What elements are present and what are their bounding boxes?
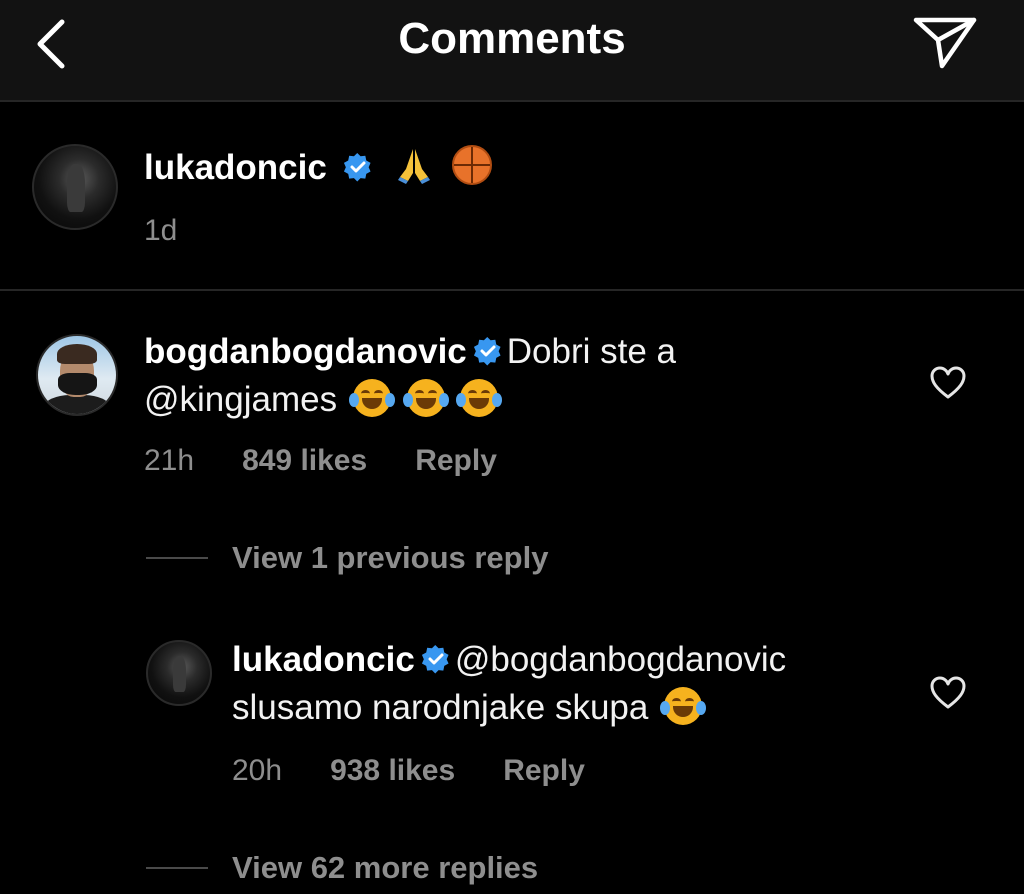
likes-count[interactable]: 849 likes — [242, 444, 367, 477]
likes-count[interactable]: 938 likes — [330, 754, 455, 787]
heart-icon[interactable] — [930, 366, 966, 400]
reply-button[interactable]: Reply — [503, 754, 585, 787]
heart-icon[interactable] — [930, 676, 966, 710]
view-replies-button[interactable]: View 62 more replies — [146, 850, 538, 886]
avatar[interactable] — [36, 334, 118, 416]
page-title: Comments — [398, 14, 626, 63]
verified-badge-icon — [473, 336, 501, 366]
mention-link[interactable]: @bogdanbogdanovic — [455, 640, 786, 679]
view-replies-label: View 1 previous reply — [232, 540, 549, 575]
comment-meta: 21h 849 likes Reply — [144, 444, 545, 478]
avatar[interactable] — [146, 640, 212, 706]
timestamp: 1d — [144, 214, 178, 247]
divider — [146, 867, 208, 869]
username[interactable]: lukadoncic — [232, 640, 415, 679]
view-replies-label: View 62 more replies — [232, 850, 539, 885]
comment-text: bogdanbogdanovic Dobri ste a @kingjames — [144, 328, 676, 424]
mention-link[interactable]: @kingjames — [144, 380, 337, 419]
post-caption: lukadoncic 1d — [0, 102, 1024, 288]
paper-plane-icon[interactable] — [912, 14, 978, 70]
comment-body: Dobri ste a — [506, 332, 677, 371]
folded-hands-emoji-icon — [398, 149, 431, 184]
reply-button[interactable]: Reply — [415, 444, 497, 477]
face-with-tears-of-joy-emoji-icon — [402, 379, 449, 417]
divider — [0, 289, 1024, 291]
caption-meta: 1d — [144, 214, 225, 248]
timestamp: 20h — [232, 754, 283, 787]
comment-text: lukadoncic @bogdanbogdanovic slusamo nar… — [232, 636, 786, 732]
basketball-emoji-icon — [452, 145, 493, 185]
face-with-tears-of-joy-emoji-icon — [456, 379, 503, 417]
comment-body: slusamo narodnjake skupa — [232, 688, 649, 727]
face-with-tears-of-joy-emoji-icon — [660, 687, 707, 725]
face-with-tears-of-joy-emoji-icon — [348, 379, 395, 417]
caption-text: lukadoncic — [144, 144, 493, 192]
avatar[interactable] — [32, 144, 118, 230]
view-replies-button[interactable]: View 1 previous reply — [146, 540, 548, 576]
comment-meta: 20h 938 likes Reply — [232, 754, 633, 788]
username[interactable]: bogdanbogdanovic — [144, 332, 467, 371]
timestamp: 21h — [144, 444, 195, 477]
username[interactable]: lukadoncic — [144, 148, 327, 187]
header-bar: Comments — [0, 0, 1024, 102]
verified-badge-icon — [343, 152, 371, 182]
divider — [146, 557, 208, 559]
verified-badge-icon — [421, 644, 449, 674]
